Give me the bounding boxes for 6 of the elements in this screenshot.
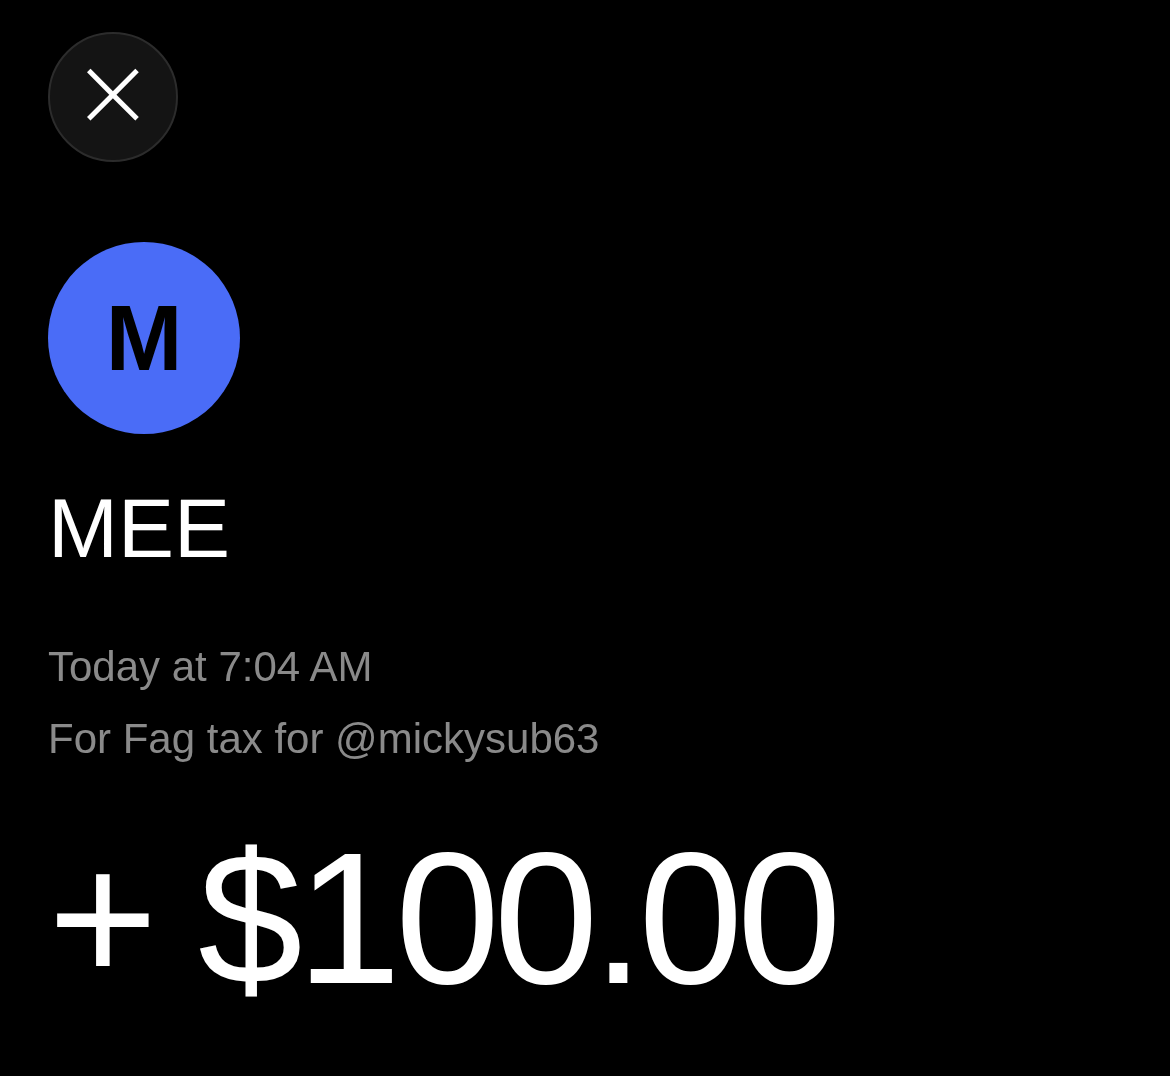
timestamp: Today at 7:04 AM (48, 641, 373, 692)
close-button[interactable]: × (48, 32, 178, 162)
avatar: M (48, 242, 240, 434)
payment-note: For Fag tax for @mickysub63 (48, 713, 600, 764)
payment-amount: + $100.00 (48, 814, 836, 1022)
payer-name: MEE (48, 480, 231, 577)
